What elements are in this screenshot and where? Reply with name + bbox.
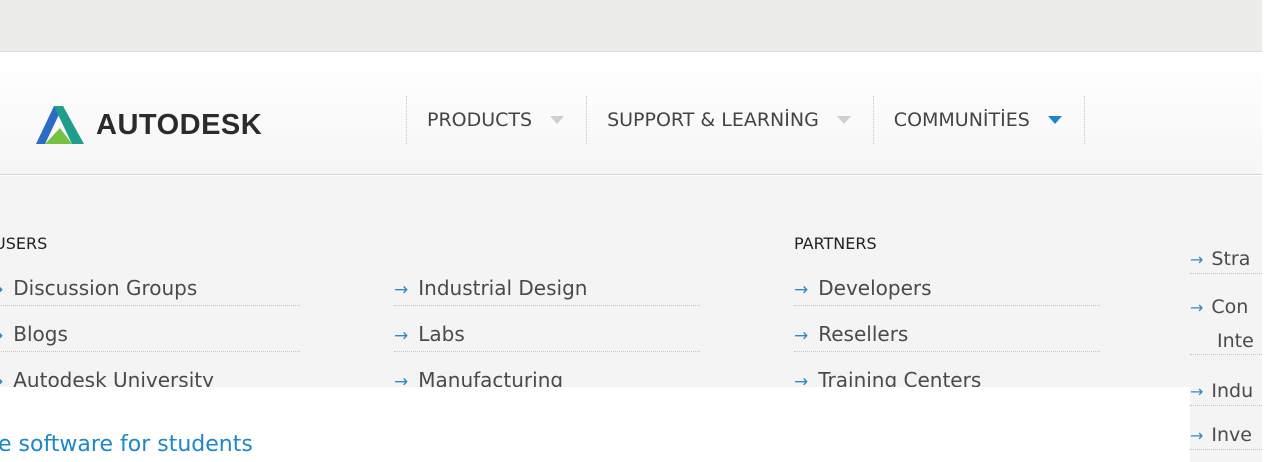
link-right-2-cont[interactable]: Inte (1190, 328, 1262, 355)
arrow-right-icon: → (0, 326, 3, 346)
nav-communities-label: COMMUNİTİES (893, 109, 1030, 131)
arrow-right-icon: → (1190, 250, 1204, 269)
page-gutter (1262, 0, 1280, 462)
link-right-2[interactable]: → Con (1190, 294, 1262, 321)
arrow-right-icon: → (794, 280, 809, 300)
caret-down-icon (836, 116, 851, 124)
link-labs[interactable]: → Labs (394, 320, 700, 352)
main-nav: PRODUCTS SUPPORT & LEARNİNG COMMUNİTİES (406, 96, 1085, 176)
link-right-3[interactable]: → Indu (1190, 378, 1262, 406)
nav-support-learning[interactable]: SUPPORT & LEARNİNG (586, 96, 873, 144)
link-resellers[interactable]: → Resellers (794, 320, 1100, 352)
caret-down-icon (1047, 116, 1062, 124)
nav-support-label: SUPPORT & LEARNİNG (607, 109, 819, 131)
page-section-heading: e software for students (0, 432, 253, 457)
link-blogs[interactable]: →Blogs (0, 320, 300, 352)
communities-dropdown: USERS →Discussion Groups →Blogs →Autodes… (0, 176, 1262, 398)
nav-products-label: PRODUCTS (427, 109, 533, 131)
partners-heading: PARTNERS (794, 234, 877, 253)
arrow-right-icon: → (394, 280, 409, 300)
link-discussion-groups[interactable]: →Discussion Groups (0, 274, 300, 306)
nav-communities[interactable]: COMMUNİTİES (872, 96, 1085, 144)
link-developers[interactable]: → Developers (794, 274, 1100, 306)
users-heading: USERS (0, 234, 48, 253)
arrow-right-icon: → (1190, 426, 1204, 445)
link-right-4[interactable]: → Inve (1190, 422, 1262, 450)
dropdown-right-column: → Stra → Con Inte → Indu → Inve (1190, 236, 1262, 462)
arrow-right-icon: → (794, 326, 809, 346)
autodesk-logo[interactable]: AUTODESK (36, 106, 262, 144)
page: AUTODESK PRODUCTS SUPPORT & LEARNİNG COM… (0, 0, 1280, 462)
nav-products[interactable]: PRODUCTS (406, 96, 586, 144)
arrow-right-icon: → (0, 280, 3, 300)
arrow-right-icon: → (394, 326, 409, 346)
link-industrial-design[interactable]: → Industrial Design (394, 274, 700, 306)
brand-name: AUTODESK (96, 108, 263, 141)
browser-top-strip (0, 0, 1262, 52)
link-right-1[interactable]: → Stra (1190, 246, 1262, 274)
autodesk-logo-icon (36, 106, 84, 144)
arrow-right-icon: → (1190, 382, 1204, 401)
caret-down-icon (550, 116, 565, 124)
arrow-right-icon: → (1190, 298, 1204, 317)
